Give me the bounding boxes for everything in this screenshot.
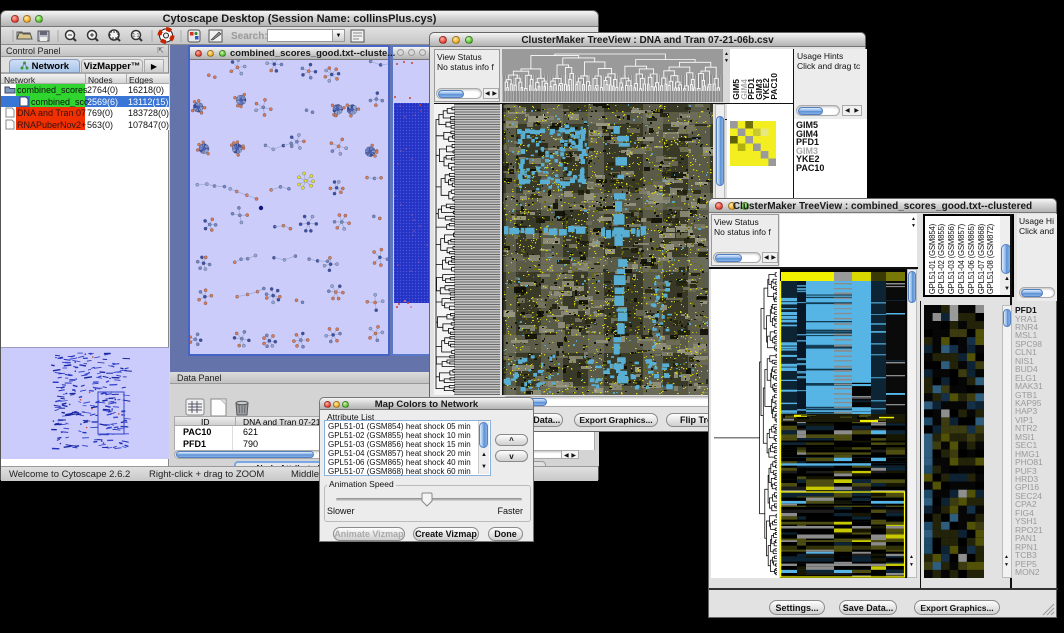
svg-text:1:1: 1:1 — [133, 33, 140, 39]
